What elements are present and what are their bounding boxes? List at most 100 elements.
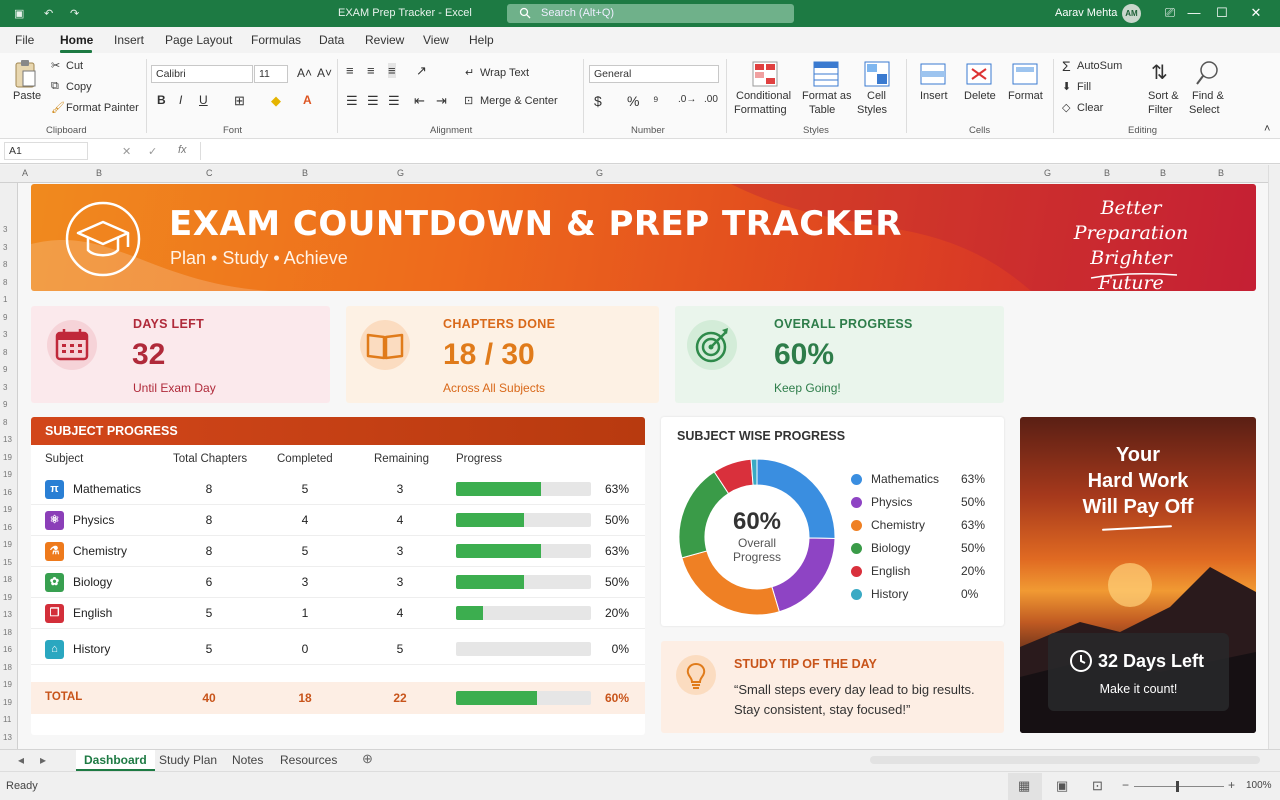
increase-font-icon[interactable]: A˄: [297, 66, 312, 80]
align-middle-icon[interactable]: ≡: [367, 63, 375, 78]
align-bottom-icon[interactable]: ≡: [388, 63, 396, 78]
function-icon[interactable]: fx: [178, 144, 187, 156]
table-row[interactable]: ⚛ Physics 8 4 4 50%: [31, 504, 645, 536]
row-header-number[interactable]: 19: [3, 505, 12, 514]
cut-icon[interactable]: ✂: [51, 59, 60, 72]
close-icon[interactable]: ✕: [1246, 4, 1266, 22]
column-header-letter[interactable]: B: [302, 168, 308, 178]
add-sheet-icon[interactable]: ⊕: [362, 751, 373, 767]
sort-filter-icon[interactable]: ⇅: [1151, 60, 1168, 85]
ribbon-display-icon[interactable]: ⎚: [1160, 4, 1180, 22]
zoom-slider[interactable]: [1134, 786, 1224, 787]
formula-input[interactable]: [200, 142, 1276, 160]
menu-insert[interactable]: Insert: [114, 33, 144, 47]
paste-button[interactable]: Paste: [13, 90, 41, 102]
fill-icon[interactable]: ⬇: [1062, 80, 1071, 93]
row-header-number[interactable]: 11: [3, 715, 11, 724]
row-header-number[interactable]: 19: [3, 453, 12, 462]
row-header-number[interactable]: 3: [3, 225, 7, 234]
zoom-level[interactable]: 100%: [1246, 780, 1272, 791]
align-right-icon[interactable]: ☰: [388, 93, 400, 109]
underline-button[interactable]: U: [199, 93, 208, 107]
row-header-number[interactable]: 13: [3, 435, 12, 444]
cell-styles-icon[interactable]: [864, 61, 890, 87]
row-header-number[interactable]: 8: [3, 418, 7, 427]
redo-icon[interactable]: ↷: [70, 7, 79, 20]
menu-formulas[interactable]: Formulas: [251, 33, 301, 47]
vertical-scrollbar[interactable]: [1268, 165, 1280, 749]
align-center-icon[interactable]: ☰: [367, 93, 379, 109]
undo-icon[interactable]: ↶: [44, 7, 53, 20]
column-header-letter[interactable]: B: [1104, 168, 1110, 178]
row-header-number[interactable]: 3: [3, 243, 7, 252]
delete-cells-icon[interactable]: [966, 61, 992, 87]
row-header-number[interactable]: 9: [3, 313, 7, 322]
merge-icon[interactable]: ⊡: [464, 94, 473, 107]
clear-icon[interactable]: ◇: [1062, 101, 1070, 114]
prev-sheet-icon[interactable]: ◂: [18, 753, 24, 767]
format-cells-button[interactable]: Format: [1008, 90, 1043, 102]
name-box[interactable]: A1: [4, 142, 88, 160]
format-table-button[interactable]: Format as: [802, 90, 852, 102]
copy-button[interactable]: Copy: [66, 81, 92, 93]
collapse-ribbon-icon[interactable]: ˄: [1264, 123, 1270, 135]
zoom-slider-thumb[interactable]: [1176, 781, 1179, 792]
fill-color-icon[interactable]: ◆: [271, 93, 281, 109]
autosum-icon[interactable]: Σ: [1062, 58, 1071, 74]
decrease-font-icon[interactable]: A˅: [317, 66, 332, 80]
insert-cells-button[interactable]: Insert: [920, 90, 948, 102]
row-header-number[interactable]: 9: [3, 365, 7, 374]
decrease-indent-icon[interactable]: ⇤: [414, 93, 425, 109]
cancel-icon[interactable]: ✕: [122, 145, 131, 158]
comma-icon[interactable]: ⁹: [653, 93, 659, 108]
delete-cells-button[interactable]: Delete: [964, 90, 996, 102]
find-select-button[interactable]: Find &: [1192, 90, 1224, 102]
sheet-tab-dashboard[interactable]: Dashboard: [76, 750, 155, 771]
number-format-select[interactable]: General: [589, 65, 719, 83]
format-table-icon[interactable]: [813, 61, 839, 87]
maximize-icon[interactable]: ☐: [1212, 4, 1232, 22]
page-layout-view-icon[interactable]: ▣: [1056, 778, 1068, 794]
wrap-text-icon[interactable]: ↵: [465, 66, 474, 79]
next-sheet-icon[interactable]: ▸: [40, 753, 46, 767]
row-header-number[interactable]: 8: [3, 260, 7, 269]
row-header-number[interactable]: 3: [3, 383, 7, 392]
increase-indent-icon[interactable]: ⇥: [436, 93, 447, 109]
format-painter-icon[interactable]: 🖌: [51, 101, 65, 114]
currency-icon[interactable]: $: [594, 93, 602, 109]
menu-view[interactable]: View: [423, 33, 449, 47]
bold-button[interactable]: B: [157, 93, 166, 107]
row-header-number[interactable]: 19: [3, 470, 12, 479]
menu-help[interactable]: Help: [469, 33, 494, 47]
sheet-tab-resources[interactable]: Resources: [280, 753, 337, 767]
menu-review[interactable]: Review: [365, 33, 404, 47]
percent-icon[interactable]: %: [627, 93, 639, 109]
menu-file[interactable]: File: [15, 33, 34, 47]
row-header-number[interactable]: 18: [3, 628, 12, 637]
font-family-select[interactable]: Calibri: [151, 65, 253, 83]
column-header-letter[interactable]: B: [1218, 168, 1224, 178]
font-size-select[interactable]: 11: [254, 65, 288, 83]
row-header-number[interactable]: 18: [3, 575, 12, 584]
align-left-icon[interactable]: ☰: [346, 93, 358, 109]
row-header-number[interactable]: 18: [3, 663, 12, 672]
font-color-icon[interactable]: A: [303, 93, 312, 107]
menu-home[interactable]: Home: [60, 33, 93, 47]
row-header-number[interactable]: 16: [3, 523, 12, 532]
align-top-icon[interactable]: ≡: [346, 63, 354, 78]
format-painter-button[interactable]: Format Painter: [66, 102, 139, 114]
orientation-icon[interactable]: ↗: [416, 63, 427, 79]
format-cells-icon[interactable]: [1012, 61, 1038, 87]
row-header-number[interactable]: 19: [3, 540, 12, 549]
row-header-number[interactable]: 15: [3, 558, 12, 567]
wrap-text-button[interactable]: Wrap Text: [480, 67, 529, 79]
find-icon[interactable]: [1195, 60, 1221, 86]
menu-page-layout[interactable]: Page Layout: [165, 33, 232, 47]
zoom-out-icon[interactable]: −: [1122, 778, 1129, 792]
row-header-number[interactable]: 9: [3, 400, 7, 409]
column-header-letter[interactable]: G: [1044, 168, 1051, 178]
row-header-number[interactable]: 16: [3, 488, 12, 497]
column-header-letter[interactable]: A: [22, 168, 28, 178]
zoom-in-icon[interactable]: +: [1228, 778, 1235, 792]
column-header-letter[interactable]: B: [1160, 168, 1166, 178]
